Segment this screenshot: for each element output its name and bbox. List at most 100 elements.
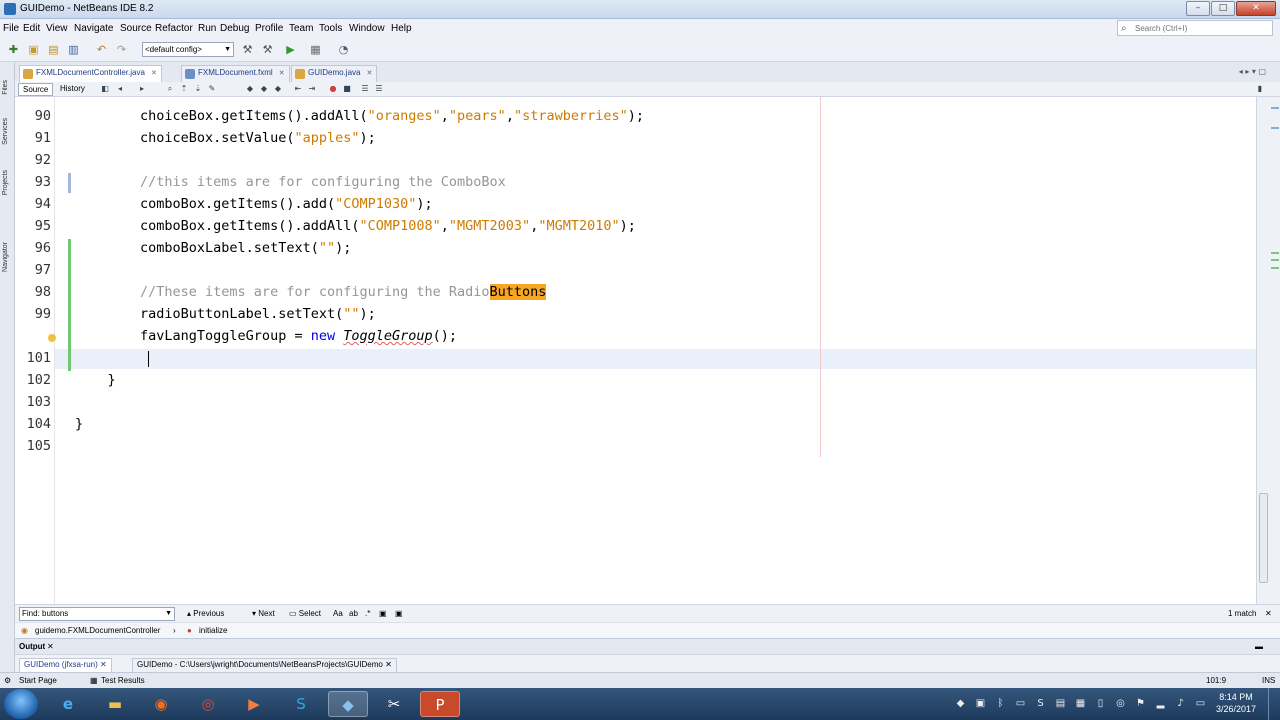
close-icon[interactable]: ✕	[385, 660, 392, 669]
close-icon[interactable]: ✕	[279, 70, 285, 77]
internet-explorer-icon[interactable]: e	[48, 691, 88, 717]
prev-bookmark-icon[interactable]: ◆	[245, 84, 255, 94]
comment-icon[interactable]: ☰	[360, 84, 370, 94]
find-previous-button[interactable]: ▴ Previous	[187, 609, 224, 618]
menu-edit[interactable]: Edit	[23, 23, 40, 34]
close-icon[interactable]: ✕	[47, 642, 54, 651]
line-number-gutter[interactable]: 90 91 92 93 94 95 96 97 98 99 101 102 103 104 105	[15, 97, 54, 604]
tab-navigation-icon[interactable]: ◂ ▸ ▾ ▢	[1239, 67, 1266, 76]
menu-window[interactable]: Window	[349, 23, 385, 34]
show-desktop-button[interactable]	[1268, 688, 1280, 720]
highlight-results-icon[interactable]: ▣	[379, 609, 387, 618]
system-clock[interactable]: 8:14 PM 3/26/2017	[1210, 691, 1262, 715]
change-marker[interactable]	[1271, 267, 1279, 269]
record-macro-icon[interactable]: ●	[328, 84, 338, 94]
split-editor-icon[interactable]: ▮	[1255, 84, 1265, 94]
regex-icon[interactable]: .*	[365, 609, 370, 618]
forward-icon[interactable]: ▸	[137, 84, 147, 94]
menu-view[interactable]: View	[46, 23, 68, 34]
code-line[interactable]: comboBoxLabel.setText("");	[75, 240, 351, 256]
code-editor[interactable]: 90 91 92 93 94 95 96 97 98 99 101 102 103 104 105 choi…	[15, 97, 1256, 604]
netbeans-icon[interactable]: ◆	[328, 691, 368, 717]
redo-icon[interactable]: ↷	[114, 43, 129, 57]
open-project-icon[interactable]: ▤	[46, 43, 61, 57]
find-next-button[interactable]: ▾ Next	[252, 609, 275, 618]
volume-icon[interactable]: ♪	[1175, 698, 1186, 709]
menu-tools[interactable]: Tools	[319, 23, 342, 34]
code-line[interactable]: comboBox.getItems().add("COMP1030");	[75, 196, 433, 212]
next-bookmark-icon[interactable]: ◆	[259, 84, 269, 94]
uncomment-icon[interactable]: ☰	[374, 84, 384, 94]
tray-onenote-icon[interactable]: ▣	[975, 698, 986, 709]
firefox-icon[interactable]: ◉	[141, 691, 181, 717]
tray-app-icon[interactable]: ◆	[955, 698, 966, 709]
scrollbar-thumb[interactable]	[1259, 493, 1268, 583]
find-selection-icon[interactable]: ⌕	[165, 84, 175, 94]
history-view-button[interactable]: History	[56, 83, 89, 96]
find-next-icon[interactable]: ⇣	[193, 84, 203, 94]
breadcrumb-class[interactable]: guidemo.FXMLDocumentController	[35, 626, 160, 635]
change-marker[interactable]	[1271, 107, 1279, 109]
code-line[interactable]: //These items are for configuring the Ra…	[75, 284, 547, 300]
code-line[interactable]: comboBox.getItems().addAll("COMP1008","M…	[75, 218, 636, 234]
start-button[interactable]	[4, 689, 38, 719]
close-find-icon[interactable]: ✕	[1265, 609, 1272, 618]
wifi-signal-icon[interactable]: ▂	[1155, 698, 1166, 709]
code-line[interactable]: }	[75, 372, 116, 388]
code-line[interactable]: radioButtonLabel.setText("");	[75, 306, 376, 322]
menu-debug[interactable]: Debug	[220, 23, 249, 34]
menu-profile[interactable]: Profile	[255, 23, 283, 34]
output-tab-build[interactable]: GUIDemo - C:\Users\jwright\Documents\Net…	[132, 658, 397, 672]
diff-added-marker[interactable]	[68, 239, 71, 371]
save-all-icon[interactable]: ▥	[66, 43, 81, 57]
build-icon[interactable]: ⚒	[240, 43, 255, 57]
whole-words-icon[interactable]: ab	[349, 609, 358, 618]
update-icon[interactable]: ◎	[1115, 698, 1126, 709]
close-icon[interactable]: ✕	[151, 70, 157, 77]
find-previous-icon[interactable]: ⇡	[179, 84, 189, 94]
code-line[interactable]: choiceBox.getItems().addAll("oranges","p…	[75, 108, 644, 124]
skype-icon[interactable]: S	[281, 691, 321, 717]
code-line[interactable]: //this items are for configuring the Com…	[75, 174, 506, 190]
diff-modified-marker[interactable]	[68, 173, 71, 193]
last-edit-icon[interactable]: ◧	[100, 84, 110, 94]
menu-source[interactable]: Source	[120, 23, 152, 34]
files-panel-tab[interactable]: Files	[2, 80, 9, 95]
wrap-around-icon[interactable]: ▣	[395, 609, 403, 618]
shift-left-icon[interactable]: ⇤	[293, 84, 303, 94]
clean-build-icon[interactable]: ⚒	[260, 43, 275, 57]
skype-tray-icon[interactable]: S	[1035, 698, 1046, 709]
new-file-icon[interactable]: ✚	[6, 43, 21, 57]
find-select-button[interactable]: ▭ Select	[289, 609, 321, 618]
code-line[interactable]: }	[75, 416, 83, 432]
action-center-flag-icon[interactable]: ⚑	[1135, 698, 1146, 709]
tab-fxmldocument[interactable]: FXMLDocument.fxml ✕	[181, 65, 290, 82]
close-icon[interactable]: ✕	[100, 660, 107, 669]
new-project-icon[interactable]: ▣	[26, 43, 41, 57]
navigator-panel-tab[interactable]: Navigator	[2, 242, 9, 272]
close-icon[interactable]: ✕	[366, 70, 372, 77]
source-view-button[interactable]: Source	[18, 83, 54, 96]
battery-icon[interactable]: ▯	[1095, 698, 1106, 709]
chrome-icon[interactable]: ◎	[188, 691, 228, 717]
start-page-link[interactable]: Start Page	[19, 676, 57, 685]
search-input[interactable]	[1135, 22, 1269, 34]
close-button[interactable]: ✕	[1236, 1, 1276, 16]
security-icon[interactable]: ▦	[1075, 698, 1086, 709]
menu-help[interactable]: Help	[391, 23, 412, 34]
config-select[interactable]: <default config> ▼	[142, 42, 234, 57]
display-icon[interactable]: ▭	[1015, 698, 1026, 709]
menu-file[interactable]: File	[3, 23, 19, 34]
menu-team[interactable]: Team	[289, 23, 313, 34]
profile-icon[interactable]: ◔	[336, 43, 351, 57]
menu-refactor[interactable]: Refactor	[155, 23, 193, 34]
test-results-link[interactable]: Test Results	[101, 676, 145, 685]
code-line[interactable]: favLangToggleGroup = new ToggleGroup();	[75, 328, 457, 344]
bluetooth-icon[interactable]: ᛒ	[995, 698, 1006, 709]
services-panel-tab[interactable]: Services	[2, 118, 9, 145]
minimize-panel-icon[interactable]: ▬	[1255, 642, 1263, 651]
change-marker[interactable]	[1271, 127, 1279, 129]
back-icon[interactable]: ◂	[115, 84, 125, 94]
toggle-highlight-icon[interactable]: ✎	[207, 84, 217, 94]
output-tab-run[interactable]: GUIDemo (jfxsa-run) ✕	[19, 658, 112, 672]
